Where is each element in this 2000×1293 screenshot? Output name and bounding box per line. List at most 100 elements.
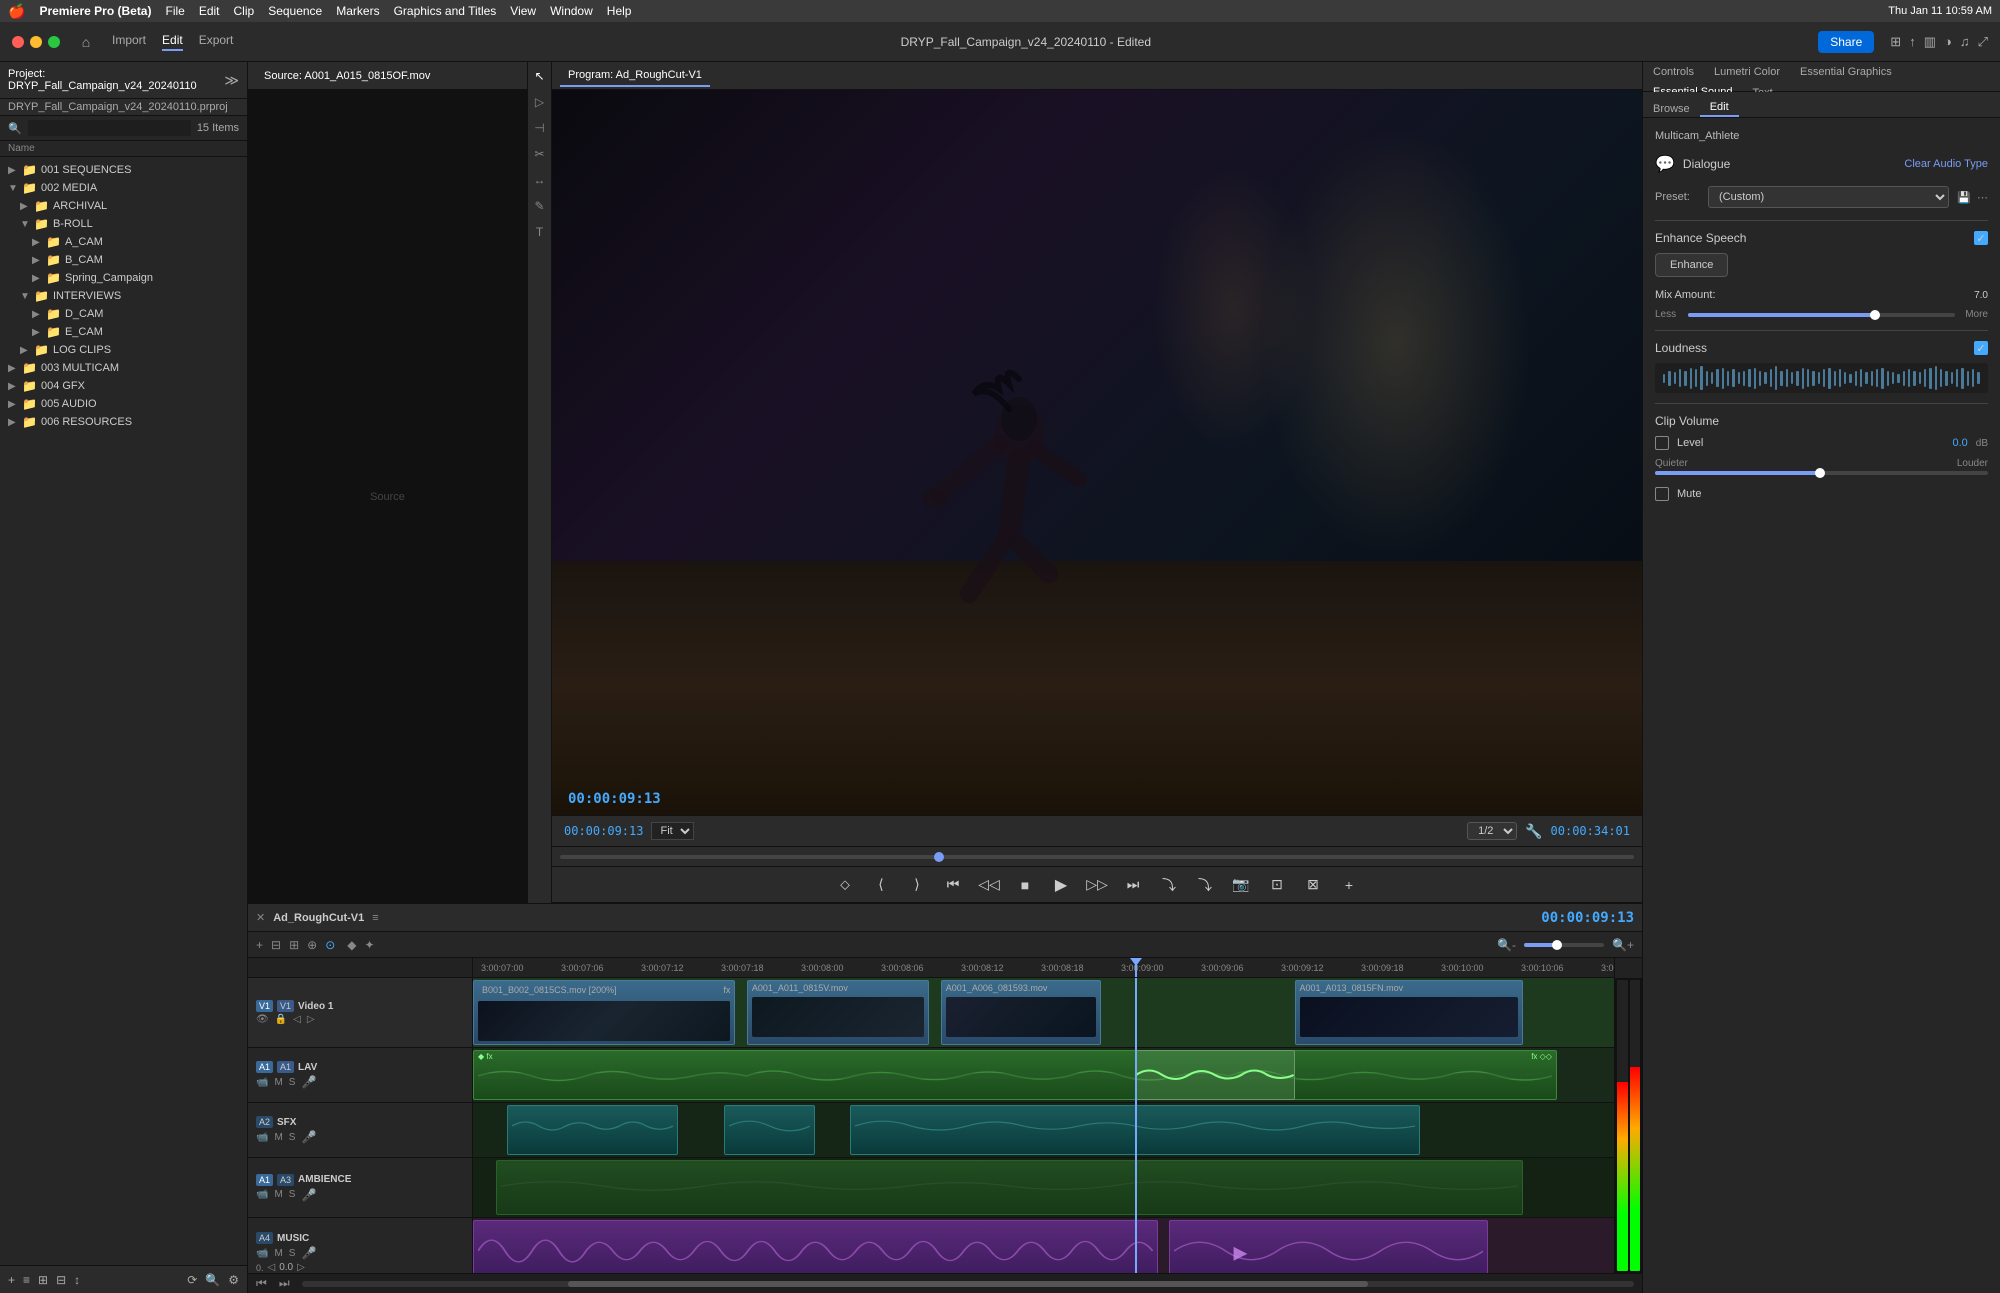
find-icon[interactable]: 🔍 bbox=[205, 1273, 220, 1287]
timeline-end-icon[interactable]: ⏭ bbox=[279, 1276, 290, 1291]
v1-next-icon[interactable]: ▷ bbox=[307, 1014, 315, 1025]
v1-lock-icon[interactable]: 🔒 bbox=[275, 1014, 287, 1025]
tree-item-logclips[interactable]: ▶ 📁 LOG CLIPS bbox=[0, 341, 247, 359]
tree-item-interviews[interactable]: ▼ 📁 INTERVIEWS bbox=[0, 287, 247, 305]
slip-tool[interactable]: ↔ bbox=[530, 170, 550, 190]
menu-help[interactable]: Help bbox=[607, 4, 632, 18]
timeline-scrollbar[interactable] bbox=[302, 1281, 1634, 1287]
tree-item-sequences[interactable]: ▶ 📁 001 SEQUENCES bbox=[0, 161, 247, 179]
color-icon[interactable]: ◑ bbox=[1944, 34, 1952, 50]
menu-clip[interactable]: Clip bbox=[234, 4, 255, 18]
home-button[interactable]: ⌂ bbox=[76, 32, 96, 52]
a1-m-btn[interactable]: M bbox=[274, 1077, 282, 1088]
loudness-checkbox[interactable]: ✓ bbox=[1974, 341, 1988, 355]
a4-clip-1[interactable] bbox=[473, 1220, 1158, 1273]
sequence-icon[interactable]: ⊟ bbox=[271, 938, 281, 952]
enhance-speech-checkbox[interactable]: ✓ bbox=[1974, 231, 1988, 245]
fullscreen-icon[interactable]: ⤢ bbox=[1978, 34, 1988, 50]
icon-view-icon[interactable]: ⊞ bbox=[38, 1273, 48, 1287]
a2-mic-icon[interactable]: 🎤 bbox=[301, 1130, 316, 1144]
play-button[interactable]: ▶ bbox=[1049, 873, 1073, 897]
add-track-icon[interactable]: + bbox=[256, 938, 263, 952]
apple-logo-icon[interactable]: 🍎 bbox=[8, 3, 25, 20]
effects-icon[interactable]: ✦ bbox=[365, 938, 375, 952]
panels-icon[interactable]: ▥ bbox=[1924, 34, 1936, 50]
v1-eye-icon[interactable]: 👁 bbox=[256, 1014, 269, 1025]
a2-clip-2[interactable] bbox=[724, 1105, 815, 1155]
menu-edit[interactable]: Edit bbox=[199, 4, 220, 18]
fit-selector[interactable]: Fit bbox=[651, 822, 694, 840]
pen-tool[interactable]: ✎ bbox=[530, 196, 550, 216]
tab-lumetri-color[interactable]: Lumetri Color bbox=[1704, 62, 1790, 82]
video-clip-3[interactable]: A001_A006_081593.mov bbox=[941, 980, 1101, 1045]
tree-item-resources[interactable]: ▶ 📁 006 RESOURCES bbox=[0, 413, 247, 431]
magnet-icon[interactable]: ⊕ bbox=[307, 938, 317, 952]
a1-s-btn[interactable]: S bbox=[289, 1077, 296, 1088]
sort-icon[interactable]: ↕ bbox=[74, 1273, 80, 1287]
a4-mic-icon[interactable]: 🎤 bbox=[301, 1246, 316, 1260]
mute-checkbox[interactable] bbox=[1655, 487, 1669, 501]
a4-track-header[interactable]: A4 MUSIC 📹 M S 🎤 0. ◁ bbox=[248, 1218, 472, 1273]
sequence-settings-icon[interactable]: ≡ bbox=[372, 912, 378, 924]
video-clip-4[interactable]: A001_A013_0815FN.mov bbox=[1295, 980, 1523, 1045]
timeline-settings-icon[interactable]: ⊞ bbox=[289, 938, 299, 952]
layout-icon[interactable]: ⊞ bbox=[1890, 34, 1901, 50]
add-marker-button[interactable]: + bbox=[1337, 873, 1361, 897]
tree-item-acam[interactable]: ▶ 📁 A_CAM bbox=[0, 233, 247, 251]
save-preset-icon[interactable]: 💾 bbox=[1957, 191, 1971, 204]
sub-tab-edit[interactable]: Edit bbox=[1700, 99, 1739, 117]
a3-m-btn[interactable]: M bbox=[274, 1189, 282, 1200]
overwrite-button[interactable]: ⤵ bbox=[1193, 873, 1217, 897]
nav-import[interactable]: Import bbox=[112, 33, 146, 51]
menu-file[interactable]: File bbox=[165, 4, 184, 18]
page-indicator[interactable]: 1/2 bbox=[1467, 822, 1517, 840]
go-to-out-button[interactable]: ⏭ bbox=[1121, 873, 1145, 897]
a4-vol-down[interactable]: ◁ bbox=[268, 1262, 276, 1273]
menu-markers[interactable]: Markers bbox=[336, 4, 379, 18]
export-icon[interactable]: ↑ bbox=[1909, 34, 1916, 50]
a2-s-btn[interactable]: S bbox=[289, 1132, 296, 1143]
tree-item-gfx[interactable]: ▶ 📁 004 GFX bbox=[0, 377, 247, 395]
tab-essential-graphics[interactable]: Essential Graphics bbox=[1790, 62, 1902, 82]
lift-button[interactable]: ⊡ bbox=[1265, 873, 1289, 897]
a4-cam-icon[interactable]: 📹 bbox=[256, 1248, 268, 1259]
clear-audio-type-button[interactable]: Clear Audio Type bbox=[1904, 158, 1988, 170]
enhance-button[interactable]: Enhance bbox=[1655, 253, 1728, 277]
camera-button[interactable]: 📷 bbox=[1229, 873, 1253, 897]
project-tab[interactable]: Project: DRYP_Fall_Campaign_v24_20240110 bbox=[8, 66, 216, 94]
zoom-out-icon[interactable]: 🔍- bbox=[1497, 938, 1516, 952]
step-forward-button[interactable]: ▷▷ bbox=[1085, 873, 1109, 897]
menu-app-name[interactable]: Premiere Pro (Beta) bbox=[39, 4, 151, 18]
preset-menu-icon[interactable]: ⋯ bbox=[1977, 191, 1988, 204]
close-sequence-icon[interactable]: ✕ bbox=[256, 911, 265, 924]
a2-track-header[interactable]: A2 SFX 📹 M S 🎤 bbox=[248, 1103, 472, 1158]
search-input[interactable] bbox=[28, 120, 191, 136]
program-tab[interactable]: Program: Ad_RoughCut-V1 bbox=[560, 65, 710, 87]
a2-cam-icon[interactable]: 📹 bbox=[256, 1132, 268, 1143]
tree-item-audio[interactable]: ▶ 📁 005 AUDIO bbox=[0, 395, 247, 413]
v1-prev-icon[interactable]: ◁ bbox=[293, 1014, 301, 1025]
fullscreen-button[interactable] bbox=[48, 36, 60, 48]
freeform-icon[interactable]: ⊟ bbox=[56, 1273, 66, 1287]
tree-item-bcam[interactable]: ▶ 📁 B_CAM bbox=[0, 251, 247, 269]
type-tool[interactable]: T bbox=[530, 222, 550, 242]
tab-controls[interactable]: Controls bbox=[1643, 62, 1704, 82]
automate-icon[interactable]: ⟳ bbox=[187, 1273, 197, 1287]
a1-cam-icon[interactable]: 📹 bbox=[256, 1077, 268, 1088]
tree-item-archival[interactable]: ▶ 📁 ARCHIVAL bbox=[0, 197, 247, 215]
menu-view[interactable]: View bbox=[510, 4, 536, 18]
menu-sequence[interactable]: Sequence bbox=[268, 4, 322, 18]
share-button[interactable]: Share bbox=[1818, 31, 1874, 53]
menu-graphics-titles[interactable]: Graphics and Titles bbox=[394, 4, 497, 18]
ripple-edit-tool[interactable]: ⊣ bbox=[530, 118, 550, 138]
source-tab[interactable]: Source: A001_A015_0815OF.mov bbox=[256, 68, 438, 84]
zoom-thumb[interactable] bbox=[1552, 940, 1562, 950]
mix-slider[interactable] bbox=[1688, 313, 1955, 317]
menu-window[interactable]: Window bbox=[550, 4, 593, 18]
mark-clip-button[interactable]: ⟩ bbox=[905, 873, 929, 897]
video-clip-1[interactable]: B001_B002_0815CS.mov [200%] fx bbox=[473, 980, 735, 1045]
nav-export[interactable]: Export bbox=[199, 33, 234, 51]
mix-slider-thumb[interactable] bbox=[1870, 310, 1880, 320]
extract-button[interactable]: ⊠ bbox=[1301, 873, 1325, 897]
minimize-button[interactable] bbox=[30, 36, 42, 48]
